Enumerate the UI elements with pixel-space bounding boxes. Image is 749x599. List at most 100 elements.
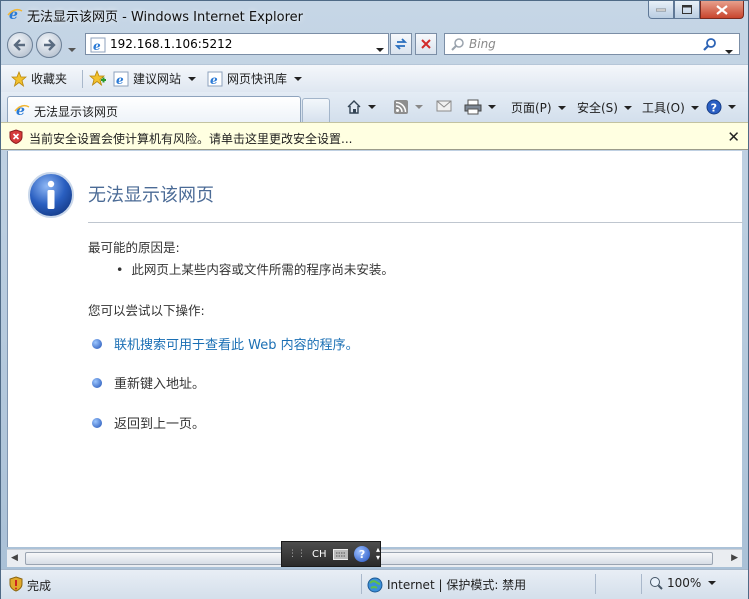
- close-icon: [716, 4, 728, 15]
- scroll-right-arrow-icon[interactable]: ▶: [731, 553, 738, 563]
- favorites-bar: 收藏夹 e 建议网站 e 网页快讯库: [1, 64, 748, 92]
- chevron-down-icon: [708, 581, 717, 585]
- info-bar-close-button[interactable]: ✕: [727, 128, 740, 146]
- security-info-bar[interactable]: 当前安全设置会使计算机有风险。请单击这里更改安全设置... ✕: [1, 122, 748, 150]
- tools-menu-button[interactable]: 工具(O): [642, 99, 699, 116]
- chevron-down-icon: [294, 76, 303, 81]
- window-title: 无法显示该网页 - Windows Internet Explorer: [27, 10, 303, 25]
- minimize-icon: [656, 8, 666, 11]
- home-icon: [347, 100, 361, 114]
- add-favorite-star-icon: [89, 70, 106, 86]
- svg-text:e: e: [210, 73, 218, 87]
- tools-menu-label: 工具(O): [642, 101, 685, 115]
- rss-feed-icon: [394, 100, 408, 114]
- chevron-down-icon: [690, 105, 699, 110]
- globe-icon: [367, 577, 383, 592]
- bing-icon: [451, 37, 465, 54]
- chevron-down-icon: [188, 76, 197, 81]
- page-menu-button[interactable]: 页面(P): [511, 99, 566, 116]
- zoom-control[interactable]: 100%: [649, 576, 717, 590]
- svg-text:?: ?: [711, 102, 717, 115]
- home-button[interactable]: [346, 99, 376, 115]
- security-warning-shield-icon: [9, 129, 23, 147]
- zoom-magnifier-icon: [650, 577, 663, 590]
- safety-menu-button[interactable]: 安全(S): [577, 99, 632, 116]
- refresh-button[interactable]: [390, 33, 412, 55]
- search-online-link[interactable]: 联机搜索可用于查看此 Web 内容的程序。: [114, 334, 359, 353]
- new-tab-button[interactable]: [302, 98, 330, 122]
- address-dropdown[interactable]: [373, 41, 384, 55]
- suggested-sites-link[interactable]: e 建议网站: [113, 70, 197, 87]
- title-bar: e 无法显示该网页 - Windows Internet Explorer: [1, 1, 748, 27]
- action-item-retype-address: 重新键入地址。: [92, 373, 205, 392]
- svg-text:e: e: [116, 73, 124, 87]
- add-to-favorites-bar-button[interactable]: [89, 70, 107, 86]
- chevron-down-icon: [368, 105, 376, 109]
- forward-arrow-icon: [44, 39, 56, 51]
- blue-bullet-icon: [92, 377, 102, 388]
- maximize-icon: [682, 5, 692, 14]
- chevron-down-icon: [557, 105, 566, 110]
- search-box: [444, 33, 740, 55]
- actions-heading: 您可以尝试以下操作:: [88, 303, 205, 318]
- reason-list-item: • 此网页上某些内容或文件所需的程序尚未安装。: [116, 259, 394, 278]
- chevron-down-icon: [623, 105, 632, 110]
- search-icon[interactable]: [703, 37, 717, 54]
- navigation-bar: e 192.168.1.106:5212: [1, 28, 748, 62]
- forward-button[interactable]: [36, 32, 62, 58]
- input-language-code[interactable]: CH: [312, 549, 327, 560]
- reason-text: 此网页上某些内容或文件所需的程序尚未安装。: [131, 262, 394, 277]
- security-zone[interactable]: Internet | 保护模式: 禁用: [367, 576, 526, 593]
- chevron-down-icon: [376, 48, 384, 52]
- page-content: 无法显示该网页 最可能的原因是: • 此网页上某些内容或文件所需的程序尚未安装。…: [7, 151, 743, 547]
- favorites-star-icon: [11, 70, 27, 87]
- favorites-button[interactable]: 收藏夹: [11, 70, 67, 87]
- divider: [88, 222, 743, 223]
- search-options-dropdown[interactable]: [722, 43, 733, 57]
- ie-logo-icon: e: [7, 6, 23, 23]
- feeds-button[interactable]: [393, 99, 423, 115]
- search-input[interactable]: [469, 36, 699, 52]
- safety-menu-label: 安全(S): [577, 101, 618, 115]
- go-back-text: 返回到上一页。: [114, 417, 206, 432]
- scroll-left-arrow-icon[interactable]: ◀: [11, 553, 18, 563]
- help-menu-button[interactable]: ?: [706, 99, 736, 115]
- stop-button[interactable]: [415, 33, 437, 55]
- action-item-search-online: 联机搜索可用于查看此 Web 内容的程序。: [92, 334, 359, 353]
- tab-current[interactable]: e 无法显示该网页: [7, 96, 301, 122]
- divider: [361, 574, 362, 594]
- bullet-icon: •: [116, 262, 132, 277]
- keyboard-icon[interactable]: [332, 548, 349, 560]
- page-title: 无法显示该网页: [88, 185, 214, 206]
- back-arrow-icon: [13, 39, 25, 51]
- status-text: 完成: [27, 579, 52, 593]
- info-icon: [27, 171, 75, 222]
- close-window-button[interactable]: [700, 1, 744, 19]
- url-text: 192.168.1.106:5212: [110, 37, 233, 51]
- chevron-down-icon: [488, 105, 496, 109]
- back-button[interactable]: [7, 32, 33, 58]
- favorites-label: 收藏夹: [31, 72, 68, 86]
- history-dropdown[interactable]: [65, 41, 76, 55]
- divider: [641, 574, 642, 594]
- reason-heading: 最可能的原因是:: [88, 240, 180, 255]
- language-bar-help-icon[interactable]: ?: [354, 546, 370, 562]
- help-icon: ?: [706, 99, 722, 115]
- window-controls: [648, 1, 744, 19]
- address-field[interactable]: e 192.168.1.106:5212: [85, 33, 389, 55]
- status-bar: 完成 Internet | 保护模式: 禁用 100%: [1, 569, 748, 599]
- ie-window: e 无法显示该网页 - Windows Internet Explorer e: [0, 0, 749, 599]
- minimize-button[interactable]: [648, 1, 674, 19]
- drag-handle-icon[interactable]: ⋮⋮: [288, 549, 306, 559]
- read-mail-button[interactable]: [436, 99, 452, 113]
- language-bar[interactable]: ⋮⋮ CH ? ▴ ▾: [281, 541, 381, 567]
- web-slice-gallery-label: 网页快讯库: [227, 72, 288, 86]
- maximize-button[interactable]: [674, 1, 700, 19]
- security-shield-icon: [9, 576, 23, 595]
- chevron-down-icon: [728, 105, 736, 109]
- web-slice-gallery-link[interactable]: e 网页快讯库: [207, 70, 303, 87]
- language-bar-options-icon[interactable]: ▴ ▾: [376, 546, 380, 562]
- print-button[interactable]: [464, 99, 496, 115]
- chevron-down-icon: [725, 50, 733, 54]
- tab-row: e 无法显示该网页 页面(P) 安全(S) 工具(O) ?: [1, 92, 748, 122]
